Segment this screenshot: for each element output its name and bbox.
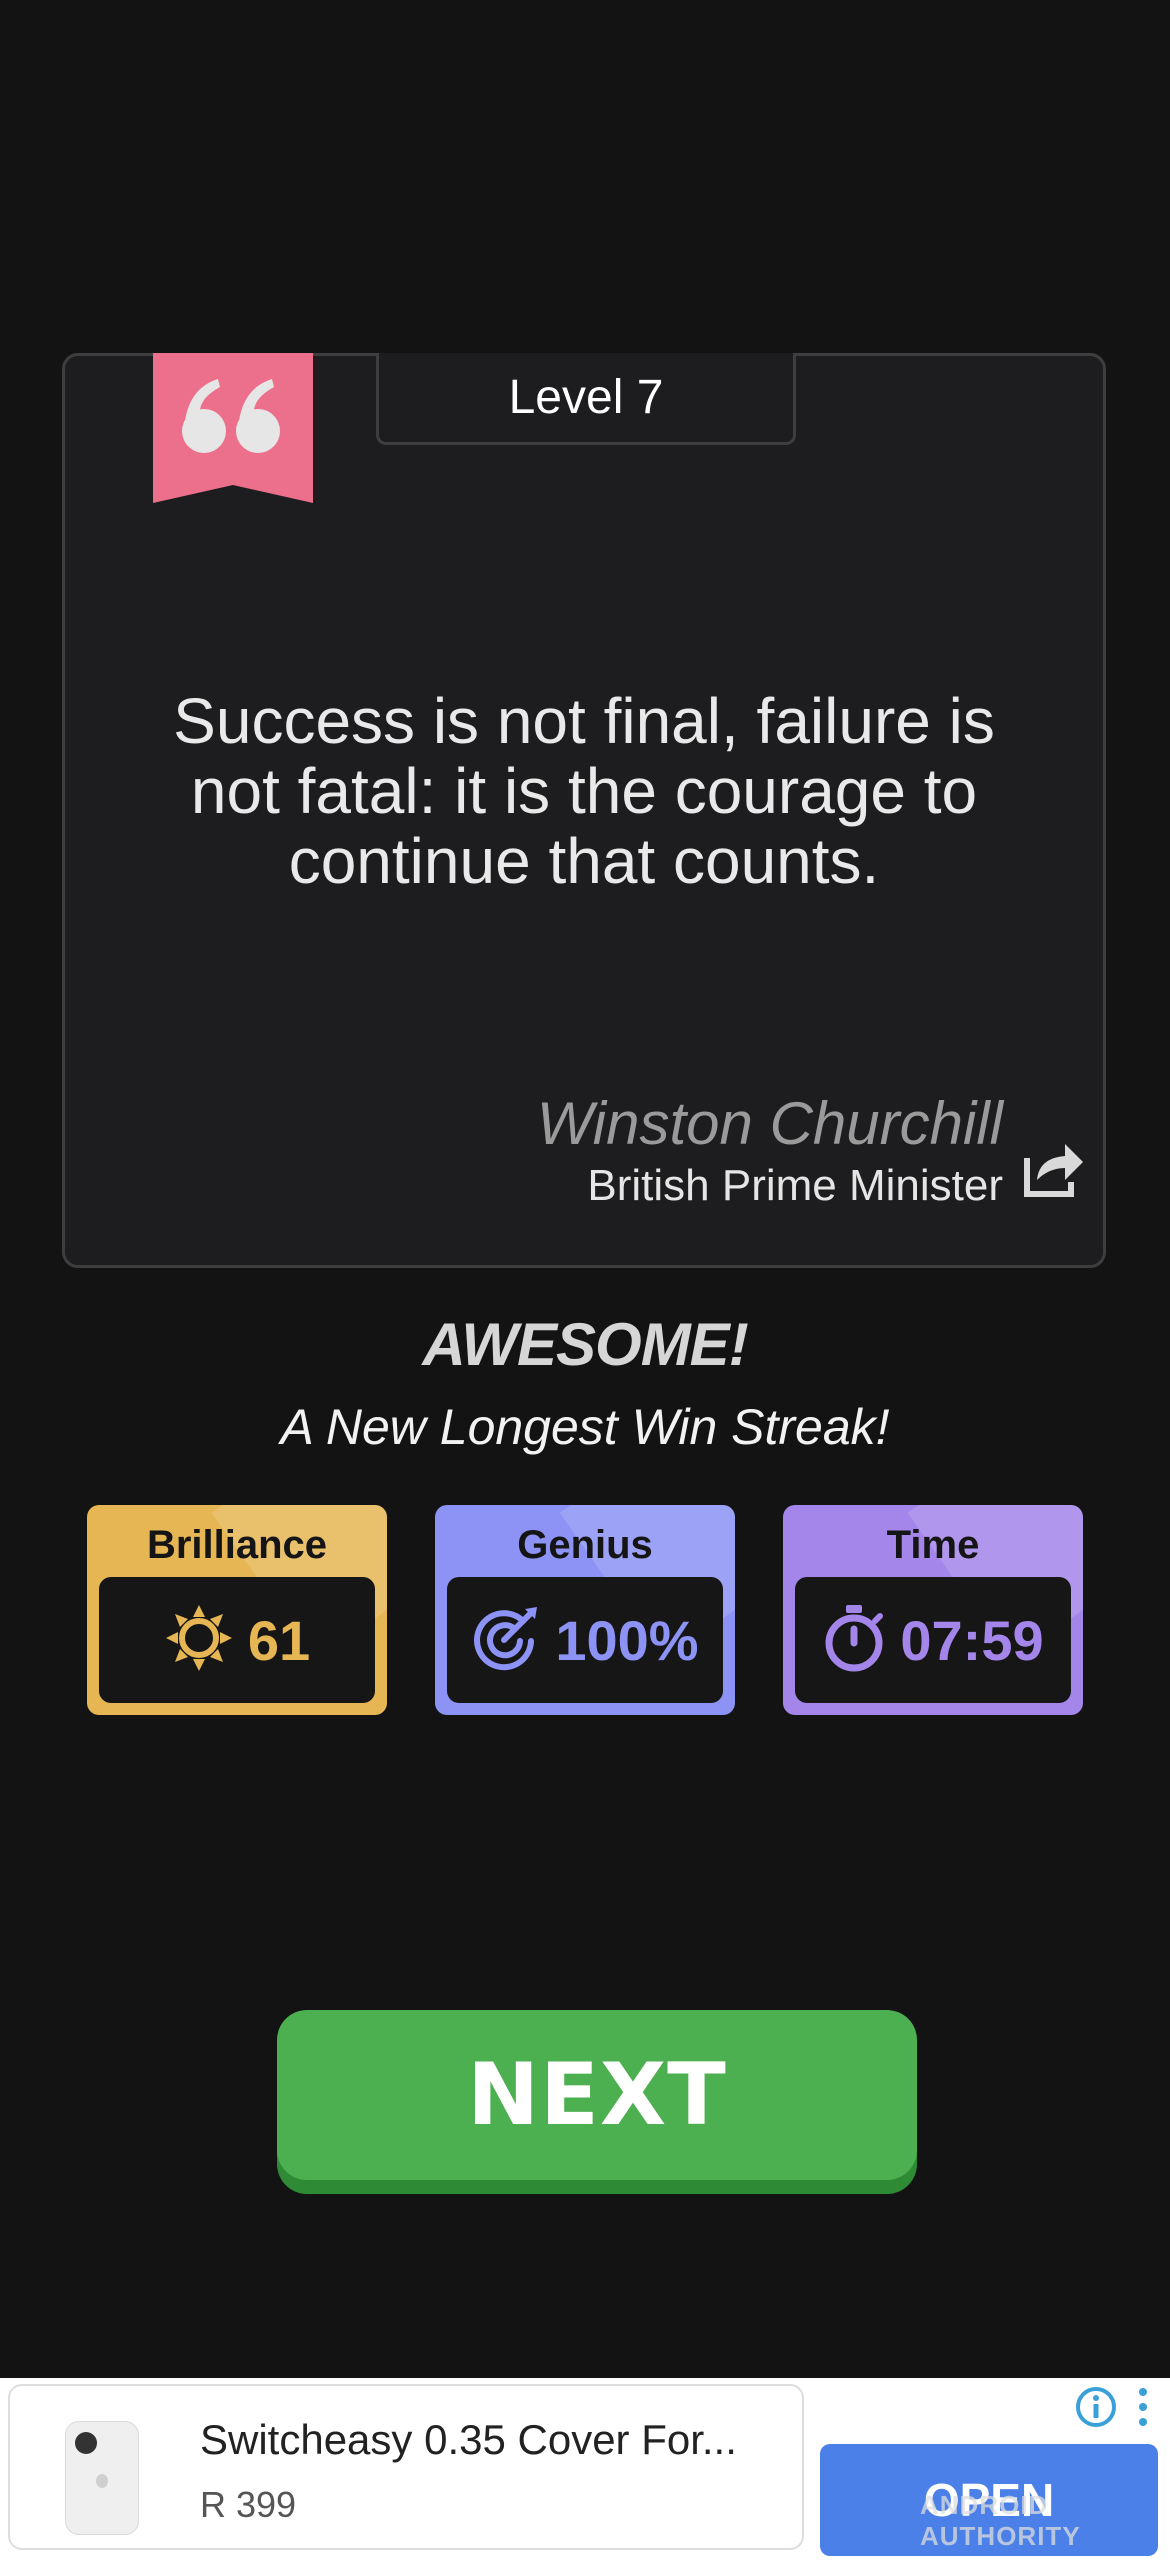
stat-time: Time 07:59 [783, 1505, 1083, 1715]
author-title: British Prime Minister [587, 1161, 1003, 1210]
stat-label: Genius [517, 1523, 653, 1567]
stat-value-box: 100% [447, 1577, 723, 1703]
quote-bookmark-icon [153, 353, 313, 503]
watermark: ANDROID AUTHORITY [920, 2490, 1081, 2551]
stat-label: Time [886, 1523, 980, 1567]
stat-label: Brilliance [146, 1523, 328, 1567]
ad-price: R 399 [200, 2484, 297, 2525]
result-headline: AWESOME! [422, 1311, 748, 1378]
ad-card[interactable]: Switcheasy 0.35 Cover For... R 399 [8, 2384, 804, 2550]
camera-icon [75, 2432, 97, 2454]
level-label: Level 7 [376, 353, 796, 445]
quote-card: Level 7 Success is not final, failure is… [62, 353, 1106, 1268]
quote-text: Success is not final, failure is not fat… [173, 685, 995, 897]
stat-brilliance: Brilliance 61 [87, 1505, 387, 1715]
sun-icon [164, 1603, 234, 1678]
stat-value: 07:59 [900, 1608, 1044, 1672]
more-options-icon[interactable] [1135, 2386, 1151, 2433]
stat-value: 61 [247, 1608, 311, 1672]
stopwatch-icon [822, 1603, 886, 1678]
info-icon[interactable] [1075, 2386, 1117, 2433]
result-subtitle: A New Longest Win Streak! [280, 1399, 890, 1455]
stat-value-box: 07:59 [795, 1577, 1071, 1703]
ad-title[interactable]: Switcheasy 0.35 Cover For... [200, 2416, 737, 2464]
stat-value: 100% [555, 1608, 699, 1672]
next-button[interactable]: NEXT [277, 2010, 917, 2180]
share-icon[interactable] [1021, 1136, 1085, 1205]
ad-product-image[interactable] [65, 2421, 139, 2535]
apple-logo-icon [96, 2474, 108, 2488]
author-block: Winston Churchill British Prime Minister [537, 1091, 1003, 1215]
stat-value-box: 61 [99, 1577, 375, 1703]
author-name: Winston Churchill [536, 1090, 1003, 1157]
target-icon [471, 1603, 541, 1678]
stat-genius: Genius 100% [435, 1505, 735, 1715]
